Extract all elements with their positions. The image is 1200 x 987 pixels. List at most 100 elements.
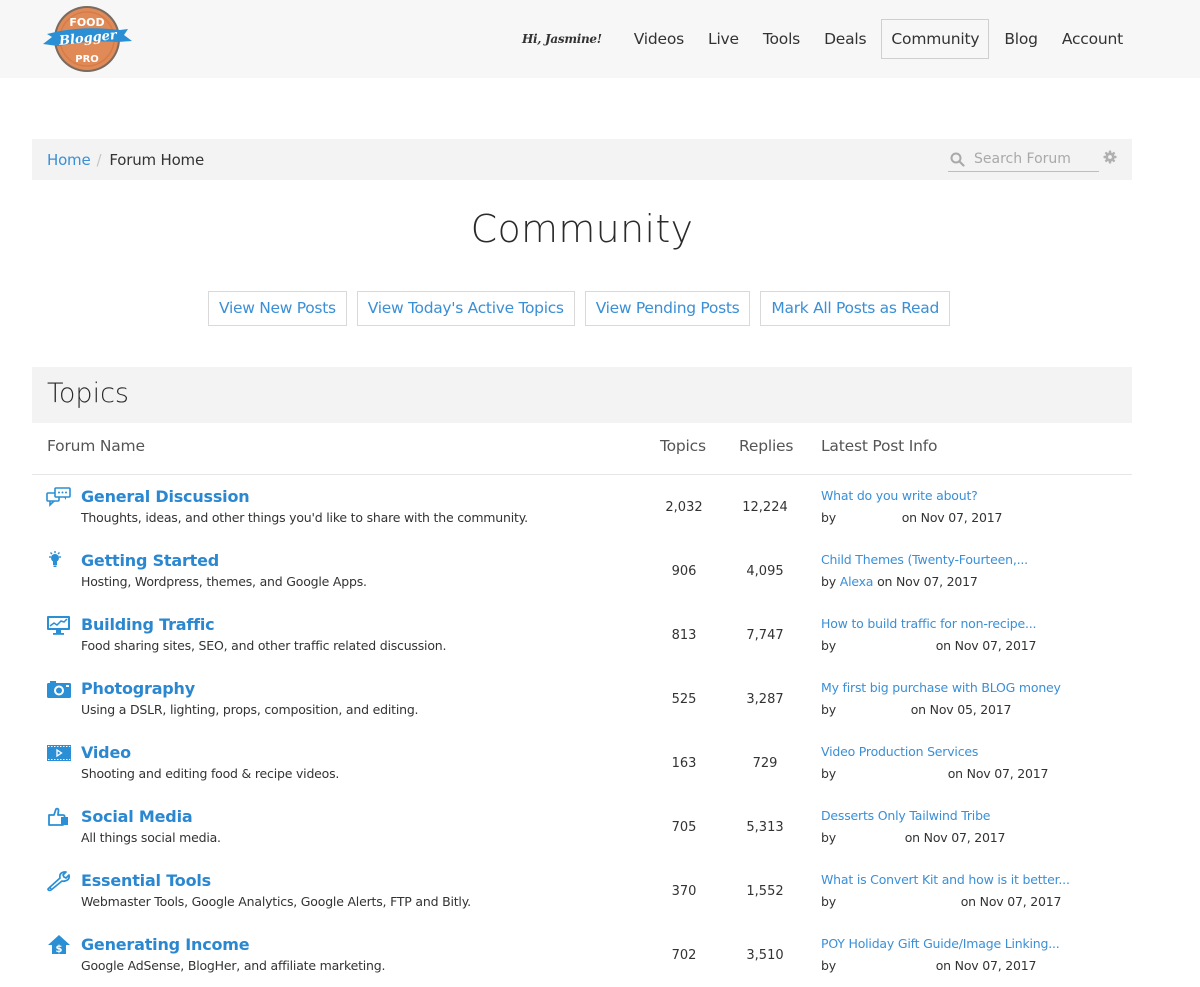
thumbs-up-icon — [46, 806, 72, 828]
nav-account[interactable]: Account — [1053, 19, 1132, 59]
latest-post-meta: by on Nov 07, 2017 — [821, 638, 1036, 653]
latest-post-meta: by on Nov 07, 2017 — [821, 894, 1061, 909]
latest-post-by: by — [821, 574, 836, 589]
latest-post-by: by — [821, 510, 836, 525]
latest-post-date: on Nov 07, 2017 — [877, 574, 978, 589]
latest-post-link[interactable]: My first big purchase with BLOG money — [821, 680, 1061, 695]
topics-heading: Topics — [47, 378, 129, 409]
topic-count: 525 — [671, 692, 697, 707]
latest-post-date: on Nov 05, 2017 — [910, 702, 1012, 717]
forum-title-building-traffic[interactable]: Building Traffic — [81, 615, 215, 634]
latest-post-meta: by on Nov 07, 2017 — [821, 830, 1005, 845]
forum-title-social-media[interactable]: Social Media — [81, 807, 193, 826]
forum-description: Food sharing sites, SEO, and other traff… — [81, 638, 447, 653]
view-pending-posts-button[interactable]: View Pending Posts — [584, 291, 751, 326]
reply-count: 3,287 — [746, 692, 784, 707]
food-blogger-pro-logo[interactable]: FOOD Blogger PRO — [40, 4, 134, 74]
latest-post-date: on Nov 07, 2017 — [901, 510, 1003, 525]
latest-post-link[interactable]: Child Themes (Twenty-Fourteen,... — [821, 552, 1028, 567]
latest-post-link[interactable]: What is Convert Kit and how is it better… — [821, 872, 1070, 887]
reply-count: 4,095 — [746, 564, 784, 579]
chat-bubbles-icon — [46, 486, 72, 508]
latest-post-author[interactable]: Alexa — [840, 574, 874, 589]
forum-row: Getting Started Hosting, Wordpress, them… — [32, 539, 1132, 603]
user-greeting: Hi, Jasmine! — [521, 32, 602, 46]
main-nav: Hi, Jasmine! Videos Live Tools Deals Com… — [522, 19, 1132, 59]
breadcrumb-current: Forum Home — [109, 150, 204, 169]
reply-count: 5,313 — [746, 820, 784, 835]
breadcrumb: Home / Forum Home — [47, 139, 204, 180]
nav-videos[interactable]: Videos — [625, 19, 693, 59]
latest-post-date: on Nov 07, 2017 — [935, 638, 1037, 653]
forum-description: Using a DSLR, lighting, props, compositi… — [81, 702, 419, 717]
breadcrumb-home[interactable]: Home — [47, 151, 91, 169]
svg-text:$: $ — [56, 944, 63, 955]
forum-title-general-discussion[interactable]: General Discussion — [81, 487, 250, 506]
search-icon — [950, 152, 965, 167]
wrench-icon — [46, 870, 72, 892]
view-new-posts-button[interactable]: View New Posts — [208, 291, 347, 326]
latest-post-link[interactable]: Desserts Only Tailwind Tribe — [821, 808, 990, 823]
forum-row: Building Traffic Food sharing sites, SEO… — [32, 603, 1132, 667]
page-title: Community — [470, 207, 694, 251]
reply-count: 3,510 — [746, 948, 784, 963]
forum-title-essential-tools[interactable]: Essential Tools — [81, 871, 211, 890]
latest-post-by: by — [821, 830, 836, 845]
topic-count: 163 — [671, 756, 697, 771]
search-forum-input[interactable] — [974, 151, 1094, 167]
forum-title-getting-started[interactable]: Getting Started — [81, 551, 219, 570]
breadcrumb-separator: / — [96, 150, 102, 169]
nav-blog[interactable]: Blog — [995, 19, 1046, 59]
forum-description: Webmaster Tools, Google Analytics, Googl… — [81, 894, 471, 909]
logo-text-pro: PRO — [75, 54, 99, 65]
nav-tools[interactable]: Tools — [754, 19, 809, 59]
reply-count: 7,747 — [746, 628, 784, 643]
latest-post-link[interactable]: Video Production Services — [821, 744, 978, 759]
forum-title-generating-income[interactable]: Generating Income — [81, 935, 250, 954]
latest-post-date: on Nov 07, 2017 — [947, 766, 1049, 781]
column-latest-post-info: Latest Post Info — [821, 437, 938, 455]
latest-post-by: by — [821, 894, 836, 909]
lightbulb-icon — [46, 550, 72, 572]
forum-row: Video Shooting and editing food & recipe… — [32, 731, 1132, 795]
latest-post-link[interactable]: POY Holiday Gift Guide/Image Linking... — [821, 936, 1060, 951]
forum-description: Google AdSense, BlogHer, and affiliate m… — [81, 958, 386, 973]
forum-row: Photography Using a DSLR, lighting, prop… — [32, 667, 1132, 731]
mark-all-read-button[interactable]: Mark All Posts as Read — [760, 291, 950, 326]
topic-count: 813 — [671, 628, 697, 643]
forum-actions: View New Posts View Today's Active Topic… — [0, 291, 1158, 326]
house-dollar-icon: $ — [46, 934, 72, 956]
gear-icon[interactable] — [1103, 149, 1117, 164]
latest-post-by: by — [821, 702, 836, 717]
latest-post-meta: by Alexa on Nov 07, 2017 — [821, 574, 978, 589]
forum-row: General Discussion Thoughts, ideas, and … — [32, 475, 1132, 539]
reply-count: 12,224 — [742, 500, 788, 515]
forum-description: Thoughts, ideas, and other things you'd … — [81, 510, 528, 525]
topic-count: 705 — [671, 820, 697, 835]
latest-post-link[interactable]: How to build traffic for non-recipe... — [821, 616, 1037, 631]
forum-row: Essential Tools Webmaster Tools, Google … — [32, 859, 1132, 923]
column-replies: Replies — [739, 437, 794, 455]
nav-live[interactable]: Live — [699, 19, 748, 59]
forum-search — [948, 147, 1099, 172]
nav-deals[interactable]: Deals — [815, 19, 875, 59]
forum-description: Hosting, Wordpress, themes, and Google A… — [81, 574, 367, 589]
latest-post-date: on Nov 07, 2017 — [935, 958, 1037, 973]
nav-community[interactable]: Community — [881, 19, 990, 59]
latest-post-date: on Nov 07, 2017 — [904, 830, 1006, 845]
breadcrumb-bar: Home / Forum Home — [32, 139, 1132, 180]
film-play-icon — [46, 742, 72, 764]
topic-count: 702 — [671, 948, 697, 963]
column-topics: Topics — [660, 437, 706, 455]
forum-description: Shooting and editing food & recipe video… — [81, 766, 340, 781]
forum-title-photography[interactable]: Photography — [81, 679, 195, 698]
monitor-chart-icon — [46, 614, 72, 636]
topic-count: 906 — [671, 564, 697, 579]
reply-count: 1,552 — [746, 884, 784, 899]
latest-post-link[interactable]: What do you write about? — [821, 488, 978, 503]
latest-post-by: by — [821, 766, 836, 781]
latest-post-meta: by on Nov 05, 2017 — [821, 702, 1011, 717]
view-todays-active-topics-button[interactable]: View Today's Active Topics — [356, 291, 575, 326]
forum-title-video[interactable]: Video — [81, 743, 131, 762]
table-header: Forum Name Topics Replies Latest Post In… — [32, 424, 1132, 475]
